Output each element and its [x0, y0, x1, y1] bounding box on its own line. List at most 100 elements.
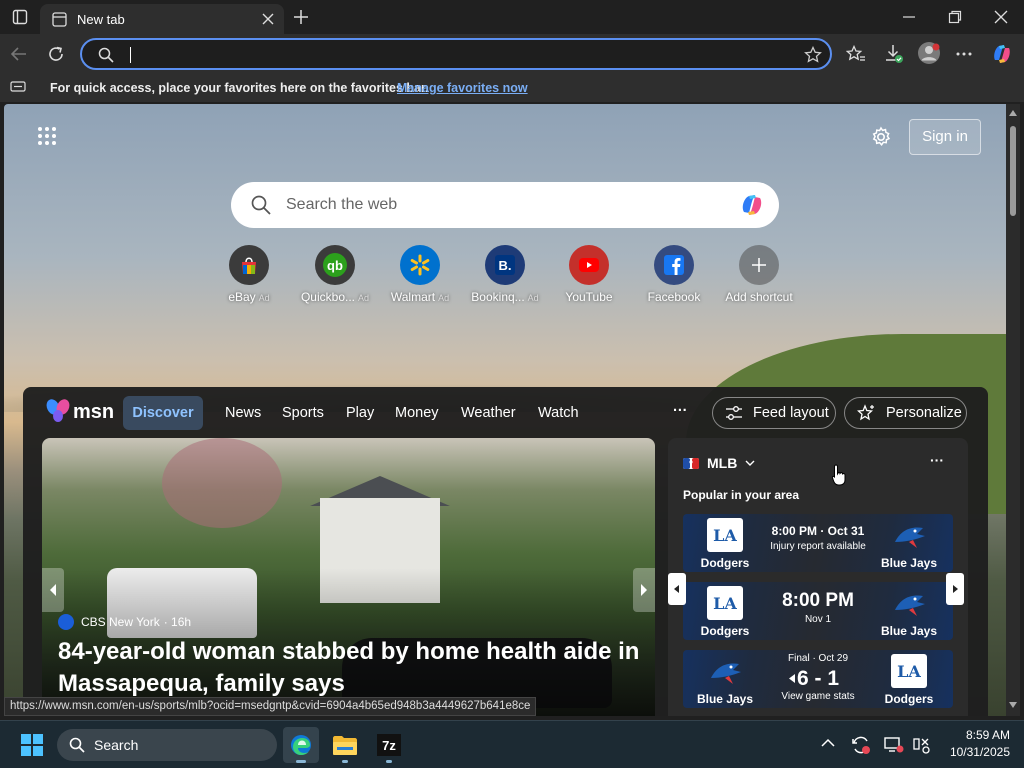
taskbar-search[interactable]: Search — [57, 729, 277, 761]
mlb-next-button[interactable] — [946, 573, 964, 605]
mlb-more-button[interactable]: ··· — [930, 452, 944, 468]
tab-news[interactable]: News — [225, 405, 261, 421]
shortcut-facebook[interactable]: Facebook — [632, 245, 716, 304]
game-card[interactable]: Blue Jays Final · Oct 29 6 - 1 View game… — [683, 650, 953, 708]
game-note: Injury report available — [770, 541, 866, 552]
sparkle-star-icon — [857, 404, 875, 422]
add-favorite-star-icon[interactable] — [804, 46, 822, 64]
taskbar-7zip[interactable]: 7z — [371, 727, 407, 763]
sign-in-button[interactable]: Sign in — [909, 119, 981, 155]
hero-article-card[interactable]: CBS New York · 16h 84-year-old woman sta… — [42, 438, 655, 716]
article-headline[interactable]: 84-year-old woman stabbed by home health… — [58, 636, 648, 700]
new-tab-button[interactable] — [292, 8, 310, 26]
sync-icon[interactable] — [850, 734, 872, 756]
refresh-button[interactable] — [47, 45, 65, 63]
game-card[interactable]: LA Dodgers 8:00 PM Nov 1 Blue Jays — [683, 582, 953, 640]
tab-play[interactable]: Play — [346, 405, 374, 421]
scrollbar-thumb[interactable] — [1010, 126, 1016, 216]
address-bar[interactable] — [80, 38, 832, 70]
blue-jays-logo — [891, 518, 927, 552]
game-card[interactable]: LA Dodgers 8:00 PM · Oct 31 Injury repor… — [683, 514, 953, 572]
minimize-button[interactable] — [902, 10, 916, 24]
restore-button[interactable] — [948, 10, 962, 24]
close-tab-icon[interactable] — [262, 13, 274, 25]
profile-avatar[interactable] — [917, 41, 941, 65]
mlb-header[interactable]: MLB — [683, 455, 755, 471]
msn-logo-text: msn — [73, 401, 115, 423]
ad-badge: Ad — [258, 293, 270, 303]
close-window-button[interactable] — [994, 10, 1008, 24]
svg-text:qb: qb — [327, 258, 343, 273]
msn-logo[interactable]: msn — [45, 398, 114, 424]
shortcut-label: Add shortcut — [725, 290, 793, 304]
tab-actions-icon[interactable] — [12, 9, 28, 25]
game-status: Final · Oct 29 — [787, 653, 849, 664]
sliders-icon — [725, 405, 743, 421]
svg-text:7z: 7z — [382, 738, 396, 753]
feed-layout-button[interactable]: Feed layout — [712, 397, 836, 429]
toolbar — [0, 34, 1024, 74]
shortcut-label: Quickbo... — [300, 290, 355, 304]
shortcut-label: YouTube — [565, 290, 613, 304]
tab-new-tab[interactable]: New tab — [40, 4, 284, 34]
apps-launcher-icon[interactable] — [37, 126, 57, 146]
folder-icon — [333, 736, 357, 755]
search-icon — [69, 737, 85, 753]
game-date: Nov 1 — [804, 614, 832, 625]
chevron-up-icon[interactable] — [821, 738, 835, 748]
mlb-prev-button[interactable] — [668, 573, 686, 605]
windows-start-icon[interactable] — [21, 734, 43, 756]
display-icon[interactable] — [884, 735, 904, 755]
shortcut-youtube[interactable]: YouTube — [547, 245, 631, 304]
status-bar-url: https://www.msn.com/en-us/sports/mlb?oci… — [4, 697, 537, 716]
blue-jays-logo — [891, 586, 927, 620]
tab-sports[interactable]: Sports — [282, 405, 324, 421]
search-icon — [251, 195, 271, 215]
favorites-icon[interactable] — [846, 45, 866, 63]
copilot-icon[interactable] — [990, 42, 1014, 66]
favorites-bar-icon — [10, 80, 26, 94]
tab-discover[interactable]: Discover — [123, 396, 203, 430]
shortcut-ebay[interactable]: eBay Ad — [207, 245, 291, 304]
shortcut-walmart[interactable]: Walmart Ad — [378, 245, 462, 304]
more-nav-button[interactable]: ··· — [673, 403, 688, 419]
back-button[interactable] — [10, 45, 28, 63]
taskbar: Search 7z 8:59 AM 10/31/2025 — [0, 720, 1024, 768]
page-settings-gear-icon[interactable] — [870, 126, 892, 148]
view-game-stats-link[interactable]: View game stats — [753, 691, 883, 702]
network-offline-icon[interactable] — [911, 735, 931, 755]
new-tab-page-icon — [52, 12, 67, 27]
game-score: 6 - 1 — [796, 667, 840, 690]
shortcut-quickbooks[interactable]: qb Quickbo... Ad — [293, 245, 377, 304]
carousel-prev-button[interactable] — [42, 568, 64, 612]
blue-jays-logo — [707, 654, 743, 688]
tab-weather[interactable]: Weather — [461, 405, 516, 421]
title-bar: New tab — [0, 0, 1024, 34]
page-scrollbar[interactable] — [1006, 104, 1020, 716]
more-menu-icon[interactable] — [955, 47, 973, 61]
feed-layout-label: Feed layout — [753, 405, 829, 421]
dodgers-logo: LA — [891, 654, 927, 688]
quickbooks-icon: qb — [315, 245, 355, 285]
shortcut-booking[interactable]: B. Bookinq... Ad — [463, 245, 547, 304]
game-time: 8:00 PM · Oct 31 — [771, 524, 865, 538]
team-name: Blue Jays — [880, 624, 938, 638]
article-source: CBS New York · 16h — [58, 614, 191, 630]
running-indicator — [296, 760, 306, 763]
taskbar-edge[interactable] — [283, 727, 319, 763]
shortcut-add[interactable]: Add shortcut — [717, 245, 801, 304]
manage-favorites-link[interactable]: Manage favorites now — [397, 81, 528, 95]
personalize-button[interactable]: Personalize — [844, 397, 967, 429]
article-age: · 16h — [163, 615, 192, 629]
tab-money[interactable]: Money — [395, 405, 439, 421]
carousel-next-button[interactable] — [633, 568, 655, 612]
downloads-icon[interactable] — [884, 44, 904, 64]
copilot-search-icon[interactable] — [738, 191, 766, 219]
system-clock[interactable]: 8:59 AM 10/31/2025 — [938, 727, 1010, 761]
shortcut-label: eBay — [228, 290, 256, 304]
text-caret — [130, 47, 131, 63]
web-search-box[interactable]: Search the web — [231, 182, 779, 228]
tab-watch[interactable]: Watch — [538, 405, 579, 421]
mlb-scores-card: MLB ··· Popular in your area LA Dodgers … — [668, 438, 968, 716]
taskbar-file-explorer[interactable] — [327, 727, 363, 763]
